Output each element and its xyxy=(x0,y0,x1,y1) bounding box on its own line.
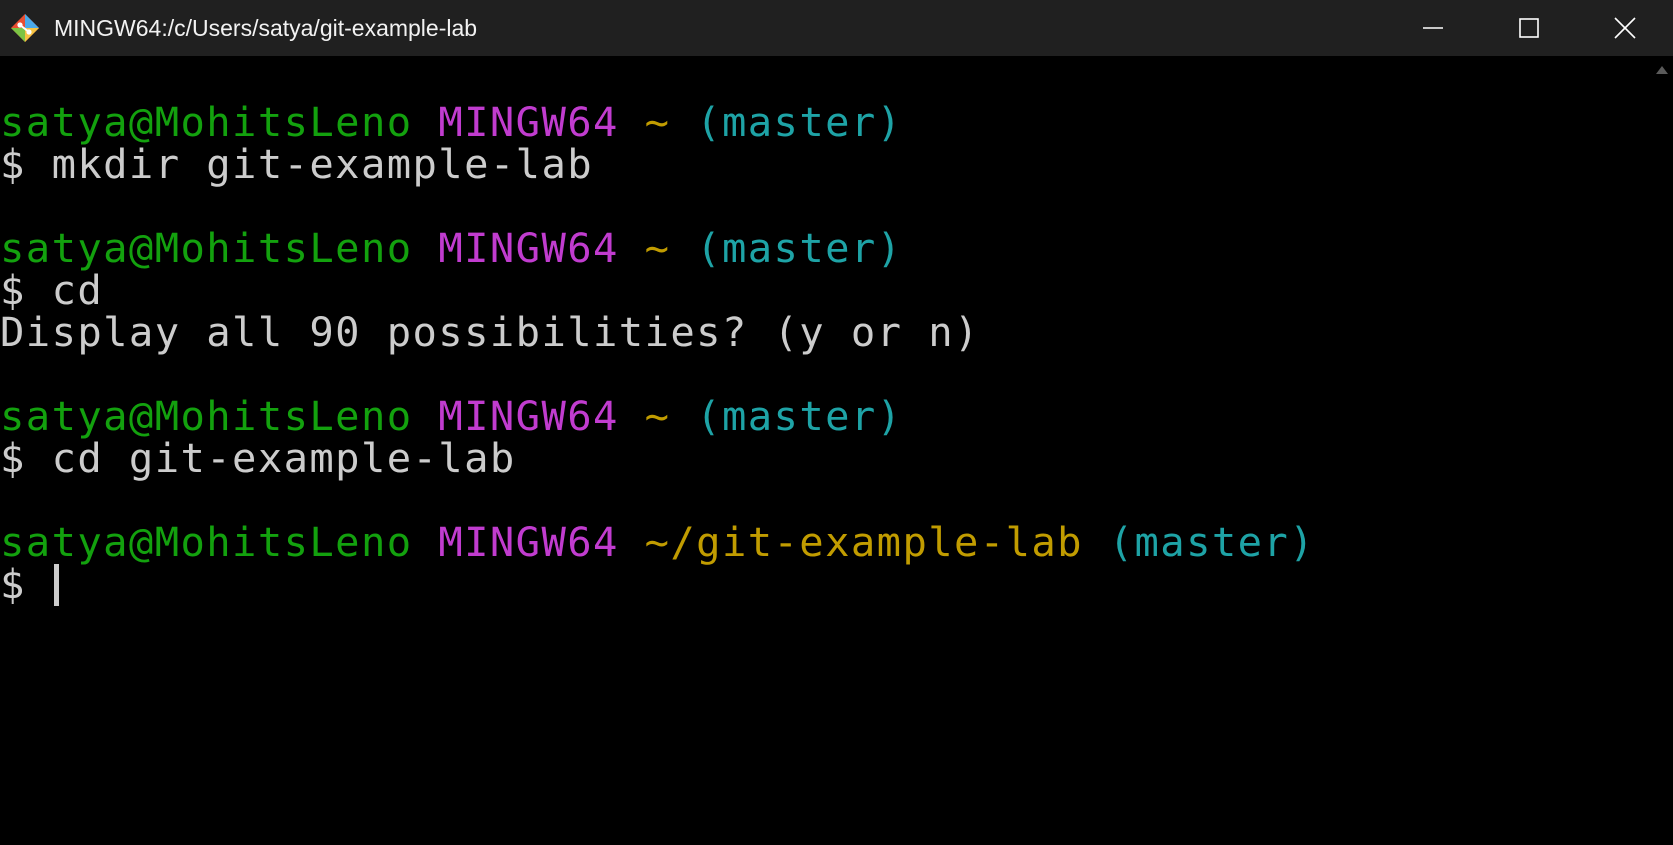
prompt-line: satya@MohitsLeno MINGW64 ~ (master) xyxy=(0,226,902,271)
minimize-button[interactable] xyxy=(1385,0,1481,56)
command-line: $ cd git-example-lab xyxy=(0,434,516,482)
prompt-branch: (master) xyxy=(696,224,903,272)
terminal-window: MINGW64:/c/Users/satya/git-example-lab s… xyxy=(0,0,1673,845)
scrollbar[interactable] xyxy=(1650,56,1673,845)
prompt-user-host: satya@MohitsLeno xyxy=(0,518,413,566)
command-output: Display all 90 possibilities? (y or n) xyxy=(0,308,980,356)
prompt-line: satya@MohitsLeno MINGW64 ~/git-example-l… xyxy=(0,520,1315,565)
title-bar[interactable]: MINGW64:/c/Users/satya/git-example-lab xyxy=(0,0,1673,56)
window-title: MINGW64:/c/Users/satya/git-example-lab xyxy=(54,14,478,41)
prompt-line: satya@MohitsLeno MINGW64 ~ (master) xyxy=(0,394,902,439)
prompt-user-host: satya@MohitsLeno xyxy=(0,224,413,272)
close-button[interactable] xyxy=(1577,0,1673,56)
maximize-icon xyxy=(1519,18,1539,38)
prompt-system: MINGW64 xyxy=(438,392,619,440)
prompt-path: ~ xyxy=(644,224,671,272)
scroll-up-arrow-icon[interactable] xyxy=(1656,66,1668,74)
prompt-path: ~ xyxy=(644,392,671,440)
window-controls xyxy=(1385,0,1673,56)
git-bash-icon xyxy=(8,11,42,45)
prompt-line: satya@MohitsLeno MINGW64 ~ (master) xyxy=(0,100,902,145)
prompt-user-host: satya@MohitsLeno xyxy=(0,98,413,146)
prompt-system: MINGW64 xyxy=(438,518,619,566)
prompt-user-host: satya@MohitsLeno xyxy=(0,392,413,440)
text-cursor xyxy=(53,564,59,606)
prompt-system: MINGW64 xyxy=(438,224,619,272)
prompt-symbol: $ xyxy=(0,560,52,608)
active-command-line[interactable]: $ xyxy=(0,562,59,607)
prompt-branch: (master) xyxy=(1108,518,1315,566)
command-line: $ mkdir git-example-lab xyxy=(0,140,594,188)
minimize-icon xyxy=(1423,27,1443,29)
prompt-branch: (master) xyxy=(696,98,903,146)
prompt-branch: (master) xyxy=(696,392,903,440)
terminal-output[interactable]: satya@MohitsLeno MINGW64 ~ (master) $ mk… xyxy=(0,56,1650,845)
command-line: $ cd xyxy=(0,266,104,314)
close-icon xyxy=(1614,17,1636,39)
maximize-button[interactable] xyxy=(1481,0,1577,56)
prompt-system: MINGW64 xyxy=(438,98,619,146)
prompt-path: ~/git-example-lab xyxy=(644,518,1083,566)
prompt-path: ~ xyxy=(644,98,671,146)
